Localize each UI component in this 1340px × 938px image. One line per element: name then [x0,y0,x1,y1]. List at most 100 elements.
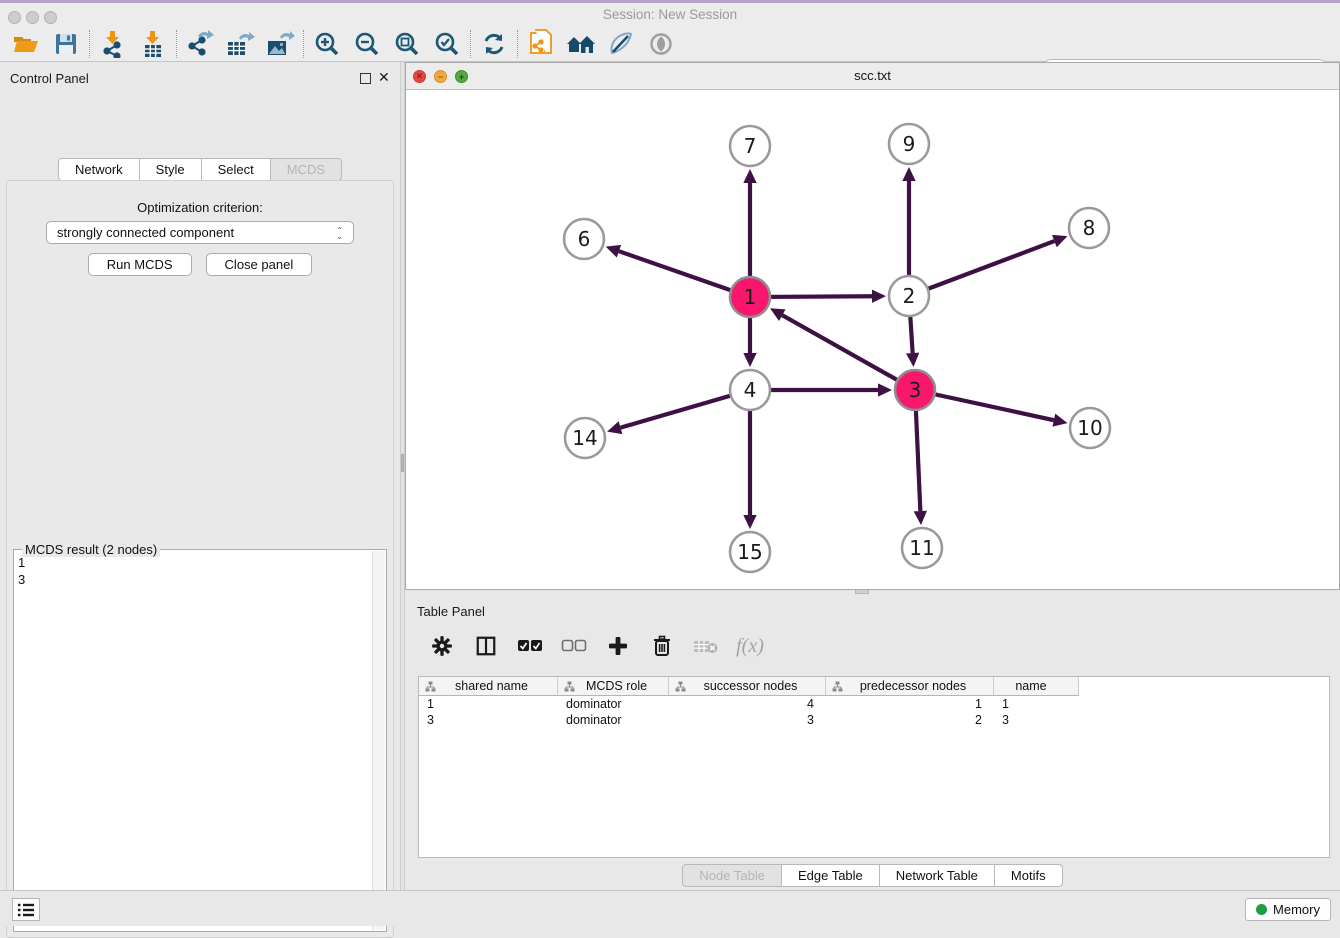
control-panel-tabs: NetworkStyleSelectMCDS [58,158,342,181]
network-window-titlebar[interactable]: ✕ − + scc.txt [406,63,1339,90]
graph-node-10[interactable]: 10 [1070,408,1110,448]
function-builder-button[interactable]: f(x) [733,629,767,663]
delete-column-button[interactable] [645,629,679,663]
node-label: 1 [744,285,757,309]
tab-network-table[interactable]: Network Table [880,864,995,887]
duplicate-network-button[interactable] [521,28,561,60]
graph-node-7[interactable]: 7 [730,126,770,166]
mcds-result-text[interactable]: 13 [18,554,370,927]
graph-node-1[interactable]: 1 [730,277,770,317]
memory-status-dot [1256,904,1267,915]
cell-predecessor-nodes[interactable]: 2 [826,713,994,727]
graph-node-11[interactable]: 11 [902,528,942,568]
result-scrollbar[interactable] [372,551,385,930]
tab-motifs[interactable]: Motifs [995,864,1063,887]
network-view-window: ✕ − + scc.txt 7 9 6 8 1 2 4 3 14 10 15 11 [405,62,1340,590]
cell-predecessor-nodes[interactable]: 1 [826,697,994,711]
home-button[interactable] [561,28,601,60]
mcds-panel: Optimization criterion: strongly connect… [6,180,394,938]
node-label: 9 [903,132,916,156]
memory-button[interactable]: Memory [1245,898,1331,921]
list-icon [17,902,35,918]
export-table-button[interactable] [220,28,260,60]
cell-name[interactable]: 3 [994,713,1079,727]
graph-node-15[interactable]: 15 [730,532,770,572]
column-header-shared-name[interactable]: shared name [419,677,558,696]
delete-table-button[interactable] [689,629,723,663]
table-body: 1dominator4113dominator323 [419,696,1329,728]
node-label: 11 [909,536,934,560]
graph-node-14[interactable]: 14 [565,418,605,458]
graph-node-6[interactable]: 6 [564,219,604,259]
import-table-icon [140,30,166,58]
open-session-button[interactable] [6,28,46,60]
table-row[interactable]: 3dominator323 [419,712,1329,728]
criterion-select[interactable]: strongly connected component ⌃⌃ [46,221,354,244]
node-label: 4 [744,378,757,402]
edge-3-1[interactable] [782,315,915,390]
network-canvas[interactable]: 7 9 6 8 1 2 4 3 14 10 15 11 [406,90,1339,589]
paint-style-button[interactable] [601,28,641,60]
table-settings-button[interactable] [425,629,459,663]
tab-network[interactable]: Network [58,158,140,181]
save-session-button[interactable] [46,28,86,60]
deselect-all-button[interactable] [557,629,591,663]
plus-icon [607,635,629,657]
edge-3-10[interactable] [915,390,1054,420]
import-table-button[interactable] [133,28,173,60]
tab-mcds[interactable]: MCDS [271,158,342,181]
column-header-successor-nodes[interactable]: successor nodes [669,677,826,696]
show-column-button[interactable] [469,629,503,663]
select-all-button[interactable] [513,629,547,663]
graph-node-9[interactable]: 9 [889,124,929,164]
import-network-button[interactable] [93,28,133,60]
tab-style[interactable]: Style [140,158,202,181]
export-network-button[interactable] [180,28,220,60]
tab-select[interactable]: Select [202,158,271,181]
result-line: 3 [18,571,370,588]
graph-node-2[interactable]: 2 [889,276,929,316]
zoom-out-button[interactable] [347,28,387,60]
graph-node-8[interactable]: 8 [1069,208,1109,248]
tab-node-table[interactable]: Node Table [682,864,782,887]
zoom-fit-button[interactable] [387,28,427,60]
table-header-row: shared nameMCDS rolesuccessor nodes prede… [419,677,1329,696]
network-graph[interactable]: 7 9 6 8 1 2 4 3 14 10 15 11 [406,90,1339,589]
gear-icon [431,635,453,657]
float-panel-icon[interactable] [360,73,371,84]
cell-MCDS-role[interactable]: dominator [558,697,669,711]
edge-2-8[interactable] [909,241,1054,296]
run-mcds-button[interactable]: Run MCDS [88,253,192,276]
cell-shared-name[interactable]: 3 [419,713,558,727]
paint-style-icon [608,31,634,57]
zoom-in-button[interactable] [307,28,347,60]
task-history-button[interactable] [12,898,40,921]
graph-node-3[interactable]: 3 [895,370,935,410]
zoom-fit-icon [394,31,420,57]
tab-edge-table[interactable]: Edge Table [782,864,880,887]
node-table[interactable]: shared nameMCDS rolesuccessor nodes prede… [418,676,1330,858]
graph-node-4[interactable]: 4 [730,370,770,410]
show-graphics-details-button[interactable] [641,28,681,60]
splitter-grip[interactable] [401,454,404,472]
node-label: 14 [572,426,597,450]
cell-successor-nodes[interactable]: 4 [669,697,826,711]
column-header-name[interactable]: name [994,677,1079,696]
close-panel-icon[interactable]: ✕ [378,69,390,86]
cell-name[interactable]: 1 [994,697,1079,711]
cell-shared-name[interactable]: 1 [419,697,558,711]
column-header-label: predecessor nodes [843,679,993,693]
cell-successor-nodes[interactable]: 3 [669,713,826,727]
close-panel-button[interactable]: Close panel [206,253,313,276]
export-image-button[interactable] [260,28,300,60]
refresh-button[interactable] [474,28,514,60]
table-row[interactable]: 1dominator411 [419,696,1329,712]
create-column-button[interactable] [601,629,635,663]
zoom-selected-button[interactable] [427,28,467,60]
app-titlebar: Session: New Session [0,3,1340,27]
node-label: 6 [578,227,591,251]
cell-MCDS-role[interactable]: dominator [558,713,669,727]
node-label: 7 [744,134,757,158]
column-header-MCDS-role[interactable]: MCDS role [558,677,669,696]
column-header-predecessor-nodes[interactable]: predecessor nodes [826,677,994,696]
